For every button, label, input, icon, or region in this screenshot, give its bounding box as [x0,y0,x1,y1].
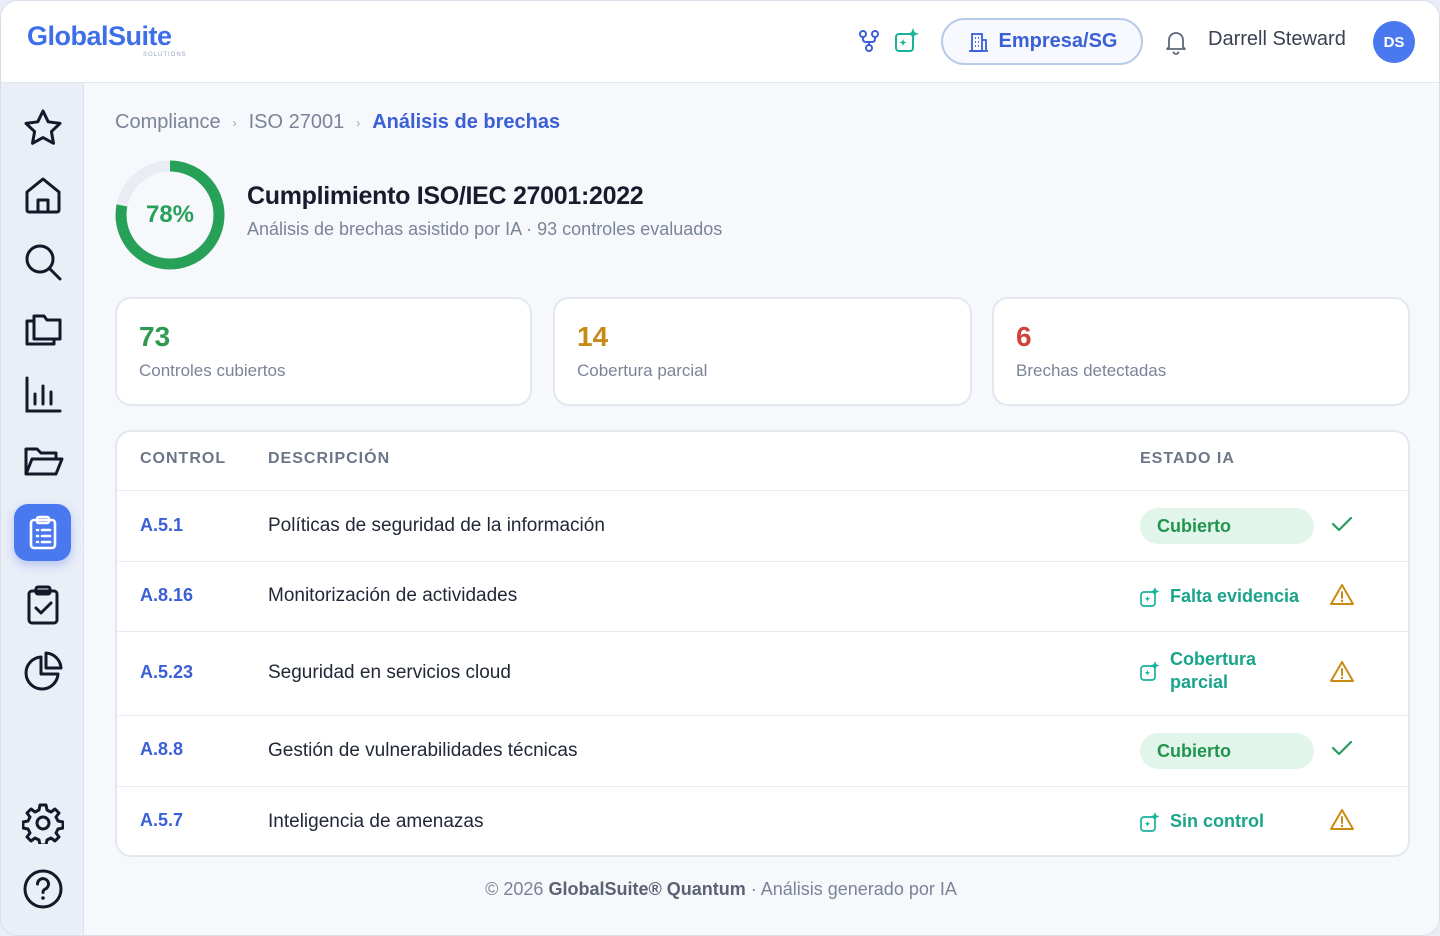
table-row[interactable]: A.5.7 Inteligencia de amenazas Sin contr… [117,786,1408,855]
stat-card-partial: 14 Cobertura parcial [553,297,972,406]
ai-status-label: Sin control [1170,811,1264,831]
logo-subtext: SOLUTIONS [143,52,187,58]
control-description: Seguridad en servicios cloud [268,662,511,683]
ai-status-label: Cobertura parcial [1170,648,1256,694]
footer-brand: GlobalSuite® Quantum [548,879,746,899]
ai-status: Cobertura parcial [1139,648,1256,694]
ai-status-label: Falta evidencia [1170,586,1300,606]
sidebar-item-analytics[interactable] [14,642,71,699]
check-icon [1331,516,1353,532]
controls-table: CONTROL DESCRIPCIÓN ESTADO IA A.5.1 Polí… [115,430,1410,857]
sidebar-item-tasks[interactable] [14,576,71,633]
sidebar-item-reports[interactable] [14,366,71,423]
sidebar-item-search[interactable] [14,233,71,290]
top-bar: GlobalSuite SOLUTIONS Empresa/SG Darrell… [1,1,1439,83]
stat-value: 73 [139,321,171,352]
stat-value: 6 [1016,321,1032,352]
table-row[interactable]: A.5.23 Seguridad en servicios cloud Cobe… [117,631,1408,715]
breadcrumb-current: Análisis de brechas [372,111,561,133]
footer-prefix: © 2026 [485,879,549,899]
control-description: Inteligencia de amenazas [268,811,484,832]
control-code[interactable]: A.5.23 [140,662,193,683]
stat-label: Cobertura parcial [577,361,708,380]
column-header-control: CONTROL [140,450,227,467]
ai-sparkle-icon [1140,586,1160,607]
breadcrumb: Compliance › ISO 27001 › Análisis de bre… [115,111,560,134]
ai-status: Sin control [1139,810,1264,833]
sidebar-item-folders[interactable] [14,432,71,489]
status-badge: Cubierto [1140,508,1314,544]
company-selector-label: Empresa/SG [998,30,1118,52]
ai-status-label-line1: Cobertura [1170,649,1257,669]
control-description: Políticas de seguridad de la información [268,515,605,536]
user-name[interactable]: Darrell Steward [1208,28,1346,51]
sidebar-item-home[interactable] [14,166,71,223]
ai-status: Falta evidencia [1139,585,1299,608]
ai-sparkle-icon [1140,811,1160,832]
warning-icon [1330,809,1354,830]
sidebar-item-documents[interactable] [14,299,71,356]
control-code[interactable]: A.5.1 [140,515,183,536]
sidebar-item-favorites[interactable] [14,99,71,156]
ai-status-label-line2: parcial [1170,672,1229,692]
bar-chart-icon [25,376,61,412]
page-title: Cumplimiento ISO/IEC 27001:2022 [247,182,644,210]
ai-assistant-icon[interactable] [893,27,921,55]
sidebar-item-compliance[interactable] [14,504,71,561]
clipboard-list-icon [29,515,56,549]
control-code[interactable]: A.5.7 [140,810,183,831]
pie-chart-icon [24,651,62,690]
stat-label: Controles cubiertos [139,361,286,380]
ai-sparkle-icon [1140,661,1160,681]
sidebar [1,83,84,935]
footer: © 2026 GlobalSuite® Quantum · Análisis g… [1,879,1439,900]
avatar[interactable]: DS [1373,21,1415,63]
app-window: GlobalSuite SOLUTIONS Empresa/SG Darrell… [0,0,1440,936]
breadcrumb-separator: › [232,115,237,130]
company-selector-button[interactable]: Empresa/SG [941,18,1143,65]
clipboard-check-icon [27,585,58,624]
stack-icon [25,314,61,345]
table-row[interactable]: A.8.16 Monitorización de actividades Fal… [117,561,1408,631]
gear-icon [21,803,64,844]
warning-icon [1330,661,1354,682]
control-description: Gestión de vulnerabilidades técnicas [268,740,578,761]
control-description: Monitorización de actividades [268,585,518,606]
warning-icon [1330,584,1354,605]
footer-suffix: · Análisis generado por IA [745,879,957,899]
stat-value: 14 [577,321,609,352]
notification-bell-icon[interactable] [1163,29,1189,55]
breadcrumb-separator: › [356,115,361,130]
control-code[interactable]: A.8.8 [140,739,183,760]
column-header-description: DESCRIPCIÓN [268,450,391,467]
control-code[interactable]: A.8.16 [140,585,193,606]
table-row[interactable]: A.8.8 Gestión de vulnerabilidades técnic… [117,715,1408,786]
page-subtitle: Análisis de brechas asistido por IA · 93… [247,219,723,239]
status-badge: Cubierto [1140,733,1314,769]
column-header-status: ESTADO IA [1140,450,1235,467]
star-icon [24,109,61,145]
breadcrumb-item-compliance[interactable]: Compliance [115,111,221,134]
search-icon [25,244,61,280]
logo[interactable]: GlobalSuite SOLUTIONS [27,21,186,58]
stat-card-covered: 73 Controles cubiertos [115,297,532,406]
breadcrumb-item-iso27001[interactable]: ISO 27001 [249,111,345,134]
home-icon [25,177,60,213]
check-icon [1331,740,1353,756]
table-row[interactable]: A.5.1 Políticas de seguridad de la infor… [117,490,1408,561]
logo-text: GlobalSuite [27,21,172,51]
compliance-percent: 78% [145,201,195,228]
stat-card-gaps: 6 Brechas detectadas [992,297,1410,406]
sidebar-item-settings[interactable] [14,794,71,851]
building-icon [968,32,988,52]
stat-label: Brechas detectadas [1016,361,1167,380]
workflow-icon[interactable] [855,27,883,55]
folder-open-icon [24,447,63,475]
